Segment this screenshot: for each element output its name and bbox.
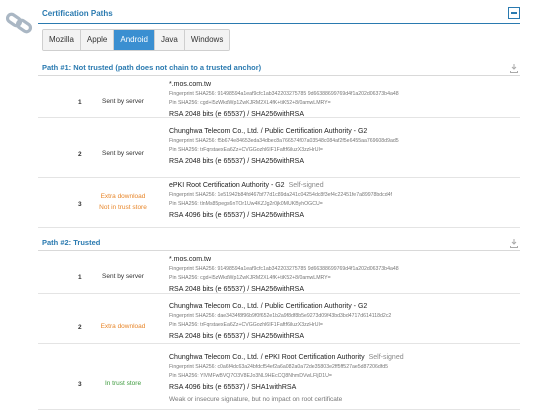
self-signed-tag: Self-signed — [368, 354, 404, 361]
cert-pin: Pin SHA256: trFqrstaexEa6Zz+CVGGozhl6IF1… — [169, 322, 323, 328]
download-icon[interactable] — [510, 239, 518, 248]
download-icon[interactable] — [510, 64, 518, 73]
cert-pin: Pin SHA256: cgd+l5zWkdWp1ZwKJRM2XL4fK+ti… — [169, 275, 331, 281]
cert-fingerprint: Fingerprint SHA256: dae3434f8f96b9f0f652… — [169, 313, 392, 319]
cert-pin: Pin SHA256: tlnMs85pegs6nTOr1Uw4KZJg2r0j… — [169, 201, 323, 207]
path-1-title: Path #1: Not trusted (path does not chai… — [42, 63, 262, 72]
tab-apple[interactable]: Apple — [80, 30, 115, 50]
section-header: Certification Paths — [38, 0, 520, 24]
path-1-header: Path #1: Not trusted (path does not chai… — [38, 60, 520, 76]
cert-subject: *.mos.com.tw — [169, 81, 212, 88]
section-title: Certification Paths — [42, 9, 113, 18]
self-signed-tag: Self-signed — [288, 182, 324, 189]
tab-android[interactable]: Android — [114, 30, 155, 50]
cert-fingerprint: Fingerprint SHA256: 91498594a1eaf9cfc1ab… — [169, 266, 399, 272]
cert-fingerprint: Fingerprint SHA256: f5b674e84653eda34dbe… — [169, 138, 399, 144]
cert-key-info: RSA 4096 bits (e 65537) / SHA256withRSA — [169, 212, 305, 219]
path-2-cert-1: 1 Sent by server *.mos.com.tw Fingerprin… — [38, 252, 520, 294]
cert-status: Sent by server — [102, 98, 144, 105]
path-2-header: Path #2: Trusted — [38, 235, 520, 251]
tab-mozilla[interactable]: Mozilla — [43, 30, 81, 50]
path-2-cert-2: 2 Extra download Chunghwa Telecom Co., L… — [38, 294, 520, 344]
cert-number: 1 — [78, 99, 82, 106]
cert-status: Sent by server — [102, 273, 144, 280]
cert-trust-status: Not in trust store — [99, 204, 147, 211]
cert-subject: Chunghwa Telecom Co., Ltd. / Public Cert… — [169, 303, 368, 310]
path-1-cert-2: 2 Sent by server Chunghwa Telecom Co., L… — [38, 118, 520, 178]
cert-subject: Chunghwa Telecom Co., Ltd. / ePKI Root C… — [169, 354, 404, 361]
cert-number: 2 — [78, 324, 82, 331]
cert-key-info: RSA 2048 bits (e 65537) / SHA256withRSA — [169, 333, 305, 340]
certification-paths-panel: Certification Paths Mozilla Apple Androi… — [38, 0, 540, 418]
tab-windows[interactable]: Windows — [184, 30, 230, 50]
chain-link-icon — [5, 12, 33, 34]
cert-status: In trust store — [104, 380, 142, 387]
weak-signature-note: Weak or insecure signature, but no impac… — [169, 396, 343, 403]
cert-fingerprint: Fingerprint SHA256: 1e51942b84fd467bf77d… — [169, 192, 392, 198]
cert-status: Extra download — [100, 323, 146, 330]
path-1-cert-3: 3 Extra download Not in trust store ePKI… — [38, 178, 520, 228]
tab-java[interactable]: Java — [154, 30, 185, 50]
cert-number: 1 — [78, 274, 82, 281]
cert-key-info: RSA 4096 bits (e 65537) / SHA1withRSA — [169, 384, 297, 391]
path-1-cert-1: 1 Sent by server *.mos.com.tw Fingerprin… — [38, 76, 520, 118]
cert-fingerprint: Fingerprint SHA256: c0a6f4dc63a24bfdcf54… — [169, 364, 389, 370]
cert-subject: *.mos.com.tw — [169, 256, 212, 263]
cert-pin: Pin SHA256: YlVMFwBVQ7O3V8EJo3NL9HEcCQ8N… — [169, 373, 332, 379]
cert-subject: ePKI Root Certification Authority - G2 Se… — [169, 182, 324, 189]
path-2-title: Path #2: Trusted — [42, 238, 101, 247]
path-2-cert-3: 3 In trust store Chunghwa Telecom Co., L… — [38, 344, 520, 410]
cert-number: 2 — [78, 151, 82, 158]
trust-store-tabs: Mozilla Apple Android Java Windows — [42, 29, 231, 51]
cert-subject: Chunghwa Telecom Co., Ltd. / Public Cert… — [169, 128, 368, 135]
cert-status: Extra download — [100, 193, 146, 200]
cert-number: 3 — [78, 201, 82, 208]
collapse-icon[interactable] — [508, 7, 520, 19]
cert-pin: Pin SHA256: trFqrstaexEa6Zz+CVGGozhl6IF1… — [169, 147, 323, 153]
cert-status: Sent by server — [102, 150, 144, 157]
cert-fingerprint: Fingerprint SHA256: 91498594a1eaf9cfc1ab… — [169, 91, 399, 97]
cert-key-info: RSA 2048 bits (e 65537) / SHA256withRSA — [169, 158, 305, 165]
cert-number: 3 — [78, 381, 82, 388]
cert-pin: Pin SHA256: cgd+l5zWkdWp1ZwKJRM2XL4fK+ti… — [169, 100, 331, 106]
